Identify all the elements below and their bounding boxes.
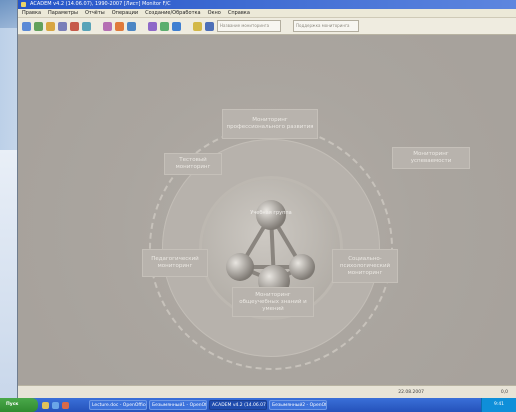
print-icon[interactable] bbox=[58, 21, 67, 31]
desktop-icon[interactable] bbox=[42, 401, 49, 409]
windows-taskbar: Пуск Lecture.doc - OpenOffice Безымянный… bbox=[0, 398, 516, 412]
users-icon[interactable] bbox=[103, 21, 112, 31]
window-titlebar[interactable]: ACADEM v4.2 (14.06.07), 1990-2007 [Лист]… bbox=[18, 0, 516, 9]
molecule-left-sphere bbox=[226, 253, 254, 281]
start-button[interactable]: Пуск bbox=[0, 398, 38, 412]
app-icon bbox=[21, 2, 26, 7]
center-label: Учебная группа bbox=[250, 210, 291, 216]
slide-left-strip bbox=[0, 150, 19, 412]
open-icon[interactable] bbox=[34, 21, 43, 31]
menu-item-help[interactable]: Справка bbox=[228, 9, 250, 17]
menu-item-params[interactable]: Параметры bbox=[48, 9, 78, 17]
magic-icon[interactable] bbox=[148, 21, 157, 31]
check-icon[interactable] bbox=[160, 21, 169, 31]
node-general-knowledge[interactable]: Мониторинг общеучебных знаний и умений bbox=[232, 287, 314, 317]
quick-launch bbox=[42, 401, 69, 409]
task-button-lecture[interactable]: Lecture.doc - OpenOffice bbox=[89, 400, 147, 410]
help-icon[interactable] bbox=[205, 21, 214, 31]
task-button-academ[interactable]: ACADEM v4.2 (14.06.07)... bbox=[209, 400, 267, 410]
filter-icon[interactable] bbox=[193, 21, 202, 31]
menu-item-create[interactable]: Создание/Обработка bbox=[145, 9, 200, 17]
task-button-untitled2[interactable]: Безымянный2 - OpenOf... bbox=[269, 400, 327, 410]
toolbar: Название мониторинга Поддержка мониторин… bbox=[18, 18, 516, 35]
app-window: ACADEM v4.2 (14.06.07), 1990-2007 [Лист]… bbox=[18, 0, 516, 399]
molecule-right-sphere bbox=[289, 254, 315, 280]
chart-icon[interactable] bbox=[70, 21, 79, 31]
browser-icon[interactable] bbox=[52, 401, 59, 409]
menu-item-edit[interactable]: Правка bbox=[22, 9, 41, 17]
monitor-icon[interactable] bbox=[172, 21, 181, 31]
window-title: ACADEM v4.2 (14.06.07), 1990-2007 [Лист]… bbox=[30, 1, 171, 7]
menu-bar: Правка Параметры Отчёты Операции Создани… bbox=[18, 9, 516, 18]
refresh-icon[interactable] bbox=[82, 21, 91, 31]
node-pedagogical[interactable]: Педагогический мониторинг bbox=[142, 249, 208, 277]
document-icon[interactable] bbox=[127, 21, 136, 31]
media-icon[interactable] bbox=[62, 401, 69, 409]
group-icon[interactable] bbox=[115, 21, 124, 31]
new-icon[interactable] bbox=[22, 21, 31, 31]
monitoring-support-field[interactable]: Поддержка мониторинга bbox=[293, 20, 359, 32]
monitoring-diagram-area: Учебная группа Мониторинг профессиональн… bbox=[18, 35, 516, 385]
save-icon[interactable] bbox=[46, 21, 55, 31]
node-professional-development[interactable]: Мониторинг профессионального развития bbox=[222, 109, 318, 139]
node-academic-performance[interactable]: Мониторинг успеваемости bbox=[392, 147, 470, 169]
system-tray-clock: 9:41 bbox=[481, 398, 516, 412]
node-socio-psychological[interactable]: Социально-психологический мониторинг bbox=[332, 249, 398, 283]
task-button-untitled1[interactable]: Безымянный1 - OpenOf... bbox=[149, 400, 207, 410]
status-bar: 22.08.2007 0,0 bbox=[18, 385, 516, 399]
menu-item-window[interactable]: Окно bbox=[208, 9, 221, 17]
node-test-monitoring[interactable]: Тестовый мониторинг bbox=[164, 153, 222, 175]
menu-item-operations[interactable]: Операции bbox=[112, 9, 138, 17]
menu-item-reports[interactable]: Отчёты bbox=[85, 9, 105, 17]
monitoring-name-field[interactable]: Название мониторинга bbox=[217, 20, 281, 32]
